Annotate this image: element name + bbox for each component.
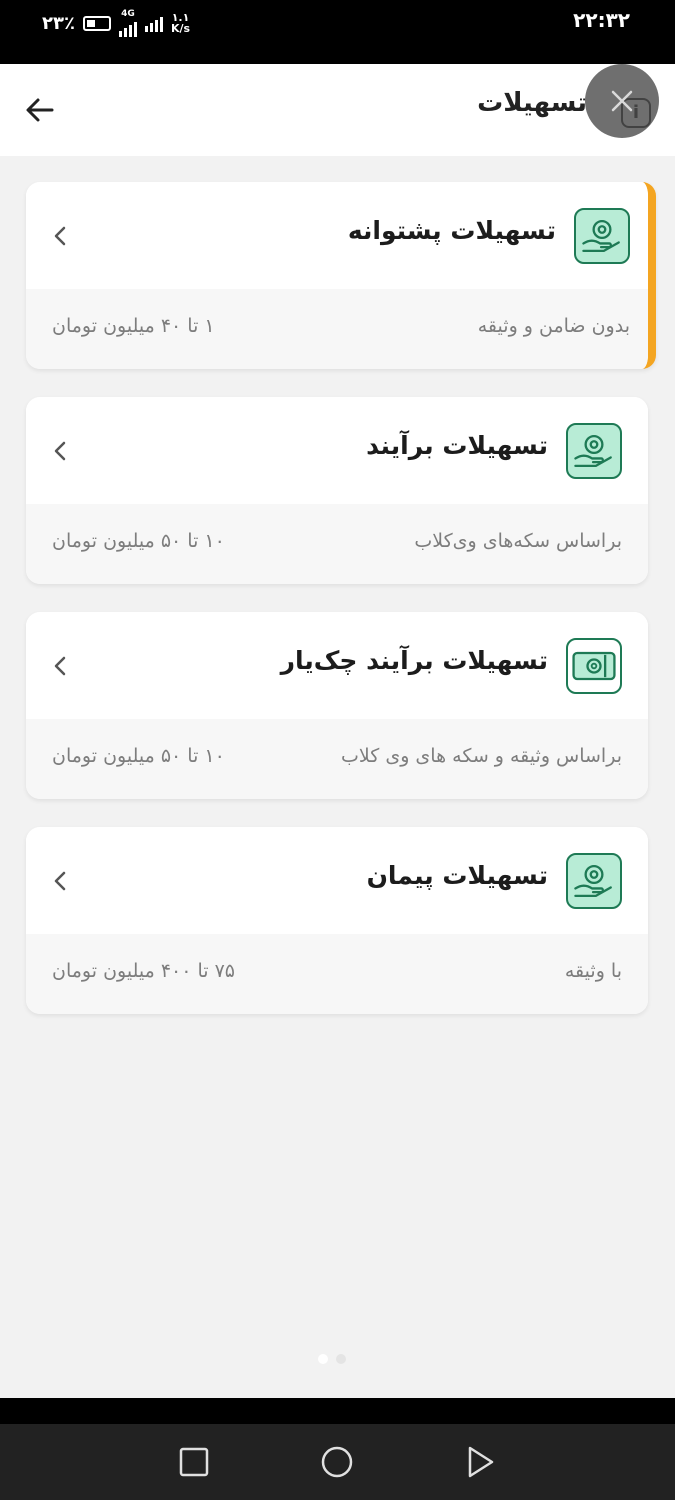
card-title: تسهیلات پیمان [366,861,548,890]
chevron-left-icon [54,656,66,676]
card-header: تسهیلات پشتوانه [26,182,648,289]
app-header: تسهیلات i [0,64,675,156]
system-nav-bar [0,1424,675,1500]
page-dot-active [318,1354,328,1364]
recent-apps-icon[interactable] [174,1442,214,1482]
page-title: تسهیلات [477,88,587,118]
signal-icon-2 [144,14,163,32]
network-indicator: 4G [118,8,137,37]
card-header: تسهیلات برآیند [26,397,648,504]
status-bar: ۲۳٪ 4G ۱.۱ K/s ۲۲:۳۲ [0,0,675,64]
hand-coin-icon [566,853,622,909]
status-indicators: ۲۳٪ 4G ۱.۱ K/s [42,8,190,38]
network-type: 4G [121,8,135,19]
card-range: ۷۵ تا ۴۰۰ میلیون تومان [52,960,236,982]
card-description: براساس سکه‌های وی‌کلاب [414,530,622,552]
loan-card-barayand-chekyar[interactable]: تسهیلات برآیند چک‌یار براساس وثیقه و سکه… [26,612,648,799]
back-triangle-icon[interactable] [460,1442,500,1482]
card-details: براساس وثیقه و سکه های وی کلاب ۱۰ تا ۵۰ … [26,719,648,799]
nav-divider [0,1398,675,1424]
chevron-left-icon [54,226,66,246]
card-description: براساس وثیقه و سکه های وی کلاب [341,745,622,767]
card-description: بدون ضامن و وثیقه [477,315,630,337]
network-speed-unit: K/s [170,22,191,35]
close-icon[interactable] [585,64,659,138]
page-dot [336,1354,346,1364]
page-indicator [318,1354,346,1364]
card-title: تسهیلات برآیند چک‌یار [280,646,548,675]
loan-card-poshtvaneh[interactable]: تسهیلات پشتوانه بدون ضامن و وثیقه ۱ تا ۴… [26,182,656,369]
card-title: تسهیلات پشتوانه [347,216,556,245]
chevron-left-icon [54,871,66,891]
signal-icon [118,19,137,37]
card-range: ۱ تا ۴۰ میلیون تومان [52,315,215,337]
hand-coin-icon [566,423,622,479]
loan-card-peyman[interactable]: تسهیلات پیمان با وثیقه ۷۵ تا ۴۰۰ میلیون … [26,827,648,1014]
battery-percent: ۲۳٪ [42,12,75,34]
network-speed: ۱.۱ K/s [171,12,190,34]
card-range: ۱۰ تا ۵۰ میلیون تومان [52,745,225,767]
hand-coin-icon [574,208,630,264]
card-details: بدون ضامن و وثیقه ۱ تا ۴۰ میلیون تومان [26,289,648,369]
banknote-icon [566,638,622,694]
card-header: تسهیلات برآیند چک‌یار [26,612,648,719]
loan-card-barayand[interactable]: تسهیلات برآیند براساس سکه‌های وی‌کلاب ۱۰… [26,397,648,584]
card-title: تسهیلات برآیند [366,431,548,460]
card-header: تسهیلات پیمان [26,827,648,934]
battery-icon [82,15,111,31]
card-range: ۱۰ تا ۵۰ میلیون تومان [52,530,225,552]
card-description: با وثیقه [564,960,622,982]
arrow-left-icon[interactable] [22,92,58,128]
status-time: ۲۲:۳۲ [573,8,630,32]
card-details: با وثیقه ۷۵ تا ۴۰۰ میلیون تومان [26,934,648,1014]
chevron-left-icon [54,441,66,461]
card-details: براساس سکه‌های وی‌کلاب ۱۰ تا ۵۰ میلیون ت… [26,504,648,584]
home-icon[interactable] [317,1442,357,1482]
